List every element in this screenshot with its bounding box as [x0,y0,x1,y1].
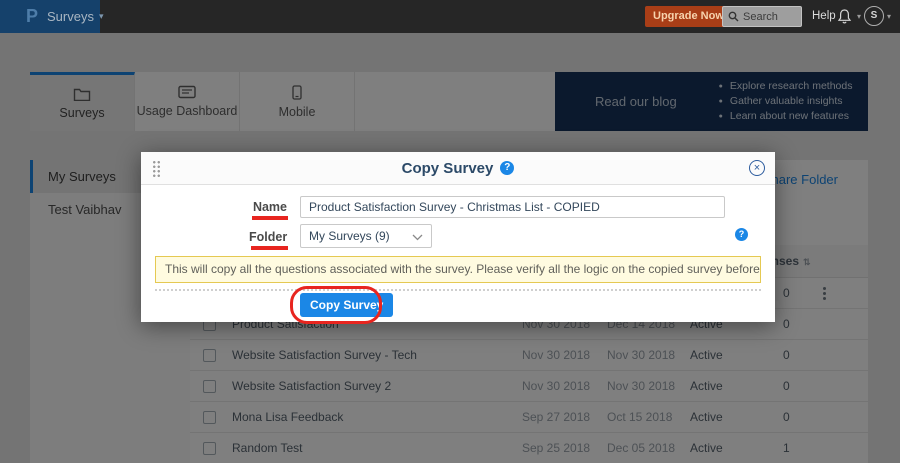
survey-name-input[interactable] [300,196,725,218]
dotted-divider [155,289,761,291]
name-field-label: Name [249,200,287,214]
help-icon[interactable]: ? [735,228,748,241]
copy-warning-message: This will copy all the questions associa… [155,256,761,283]
modal-header: Copy Survey ? × [141,152,775,185]
search-icon [728,11,739,22]
folder-select-value: My Surveys (9) [309,229,390,243]
red-annotation-underline [251,246,288,250]
search-box[interactable] [722,6,802,27]
chevron-down-icon: ▾ [99,11,104,22]
drag-handle-icon[interactable] [152,160,161,177]
copy-survey-modal: Copy Survey ? × Name Folder My Surveys (… [141,152,775,322]
upgrade-now-button[interactable]: Upgrade Now [645,6,732,27]
product-menu[interactable]: P Surveys ▾ [0,0,100,33]
notifications-bell-icon[interactable] [837,8,852,30]
top-navbar: P Surveys ▾ Upgrade Now Help ▾ S ▾ [0,0,900,33]
folder-select[interactable]: My Surveys (9) [300,224,432,248]
app-menu-label: Surveys [47,9,94,24]
copy-survey-button[interactable]: Copy Survey [300,293,393,317]
help-icon[interactable]: ? [500,161,514,175]
chevron-down-icon[interactable]: ▾ [857,0,861,33]
red-annotation-underline [252,216,288,220]
folder-field-label: Folder [249,230,287,244]
app-screen: P Surveys ▾ Upgrade Now Help ▾ S ▾ Surve… [0,0,900,463]
modal-title: Copy Survey [402,160,494,177]
chevron-down-icon [412,234,423,241]
search-input[interactable] [743,11,796,23]
user-avatar[interactable]: S [864,6,884,26]
chevron-down-icon[interactable]: ▾ [887,0,891,33]
close-icon[interactable]: × [749,160,765,176]
help-link[interactable]: Help [812,0,836,33]
logo-icon: P [26,6,38,27]
